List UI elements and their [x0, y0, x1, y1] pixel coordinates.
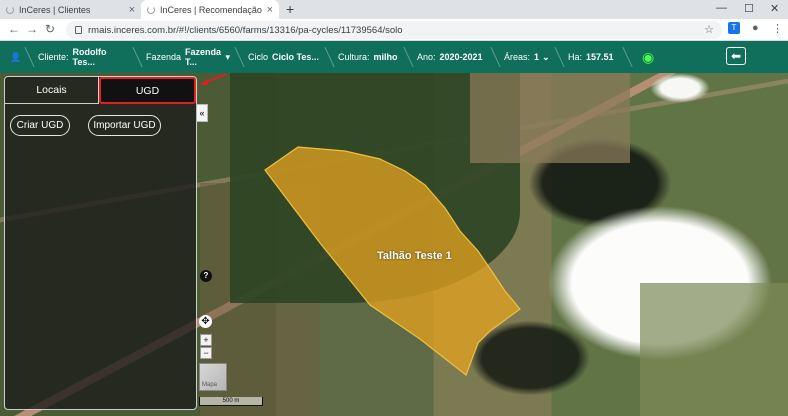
address-bar: ← → ↻ rmais.inceres.com.br/#!/clients/65… [0, 19, 788, 41]
browser-tab-strip: InCeres | Clientes × InCeres | Recomenda… [0, 0, 788, 19]
ano-label: Ano: [417, 52, 436, 62]
profile-icon[interactable]: ● [752, 22, 759, 34]
reload-icon[interactable]: ↻ [45, 22, 55, 36]
close-window-button[interactable]: ✕ [770, 2, 779, 15]
ha-label: Ha: [568, 52, 583, 62]
maximize-button[interactable]: ☐ [744, 2, 754, 15]
bookmark-star-icon[interactable]: ☆ [704, 23, 714, 36]
fazenda-value: Fazenda T... [185, 47, 222, 67]
loading-icon [147, 5, 155, 14]
tab-title: InCeres | Recomendação [160, 4, 262, 15]
areas-label: Áreas: [504, 52, 531, 62]
back-arrow-icon[interactable]: ← [8, 22, 20, 36]
url-field[interactable]: rmais.inceres.com.br/#!/clients/6560/far… [66, 21, 722, 39]
translate-extension-icon[interactable]: T [728, 22, 740, 34]
basemap-thumbnail[interactable]: Mapa [199, 363, 227, 391]
help-button[interactable]: ? [200, 270, 212, 282]
forward-arrow-icon[interactable]: → [26, 22, 38, 36]
tab-locais[interactable]: Locais [5, 77, 99, 104]
ano-selector[interactable]: Ano: 2020-2021 [409, 41, 496, 73]
close-icon[interactable]: × [267, 4, 273, 16]
new-tab-button[interactable]: + [286, 1, 294, 17]
fazenda-label: Fazenda [146, 52, 182, 62]
chevron-down-icon: ⌄ [542, 51, 550, 62]
criar-ugd-button[interactable]: Criar UGD [10, 115, 70, 136]
ciclo-label: Ciclo [248, 52, 269, 62]
cliente-value: Rodolfo Tes... [72, 47, 107, 67]
lock-icon [75, 26, 82, 34]
ha-value: 157.51 [586, 52, 614, 62]
cliente-label: Cliente: [38, 52, 69, 62]
ano-value: 2020-2021 [439, 52, 483, 62]
wifi-icon: ◉ [642, 48, 655, 65]
areas-value: 1 [534, 52, 540, 62]
ciclo-value: Ciclo Tes... [272, 52, 319, 62]
zoom-out-button[interactable]: − [200, 347, 212, 359]
cultura-selector[interactable]: Cultura: milho [330, 41, 409, 73]
exit-back-button[interactable]: ⬅ [726, 47, 746, 65]
fazenda-selector[interactable]: Fazenda Fazenda T... ▾ [138, 41, 240, 73]
tab-title: InCeres | Clientes [19, 4, 91, 15]
areas-selector[interactable]: Áreas: 1 ⌄ [496, 41, 560, 73]
importar-ugd-button[interactable]: Importar UGD [88, 115, 161, 136]
user-segment[interactable]: 👤 [0, 41, 30, 73]
scale-bar: 500 m [199, 397, 263, 406]
ciclo-selector[interactable]: Ciclo Ciclo Tes... [240, 41, 330, 73]
url-text: rmais.inceres.com.br/#!/clients/6560/far… [88, 24, 403, 36]
basemap-label: Mapa [202, 382, 218, 388]
pan-move-icon[interactable]: ✥ [199, 315, 212, 328]
chevron-down-icon: ▾ [225, 51, 230, 62]
zoom-in-button[interactable]: + [200, 334, 212, 346]
loading-icon [6, 5, 14, 14]
cliente-selector[interactable]: Cliente: Rodolfo Tes... [30, 41, 138, 73]
plot-label: Talhão Teste 1 [377, 250, 452, 262]
ha-display: Ha: 157.51 [560, 41, 628, 73]
arrow-left-icon: ⬅ [730, 49, 742, 63]
close-icon[interactable]: × [129, 4, 135, 16]
panel-tab-bar: Locais UGD [5, 77, 196, 104]
cultura-label: Cultura: [338, 52, 370, 62]
cultura-value: milho [373, 52, 398, 62]
tab-ugd[interactable]: UGD [99, 77, 196, 104]
browser-tab-clientes[interactable]: InCeres | Clientes × [0, 0, 141, 19]
ugd-side-panel: Locais UGD Criar UGD Importar UGD [4, 76, 197, 410]
user-icon: 👤 [10, 51, 22, 62]
app-header: 👤 Cliente: Rodolfo Tes... Fazenda Fazend… [0, 41, 788, 73]
menu-kebab-icon[interactable]: ⋮ [772, 22, 783, 35]
red-arrow-annotation [200, 73, 227, 85]
browser-tab-recomendacao[interactable]: InCeres | Recomendação × [141, 0, 279, 19]
collapse-panel-button[interactable]: « [196, 104, 208, 122]
minimize-button[interactable]: — [716, 2, 727, 14]
